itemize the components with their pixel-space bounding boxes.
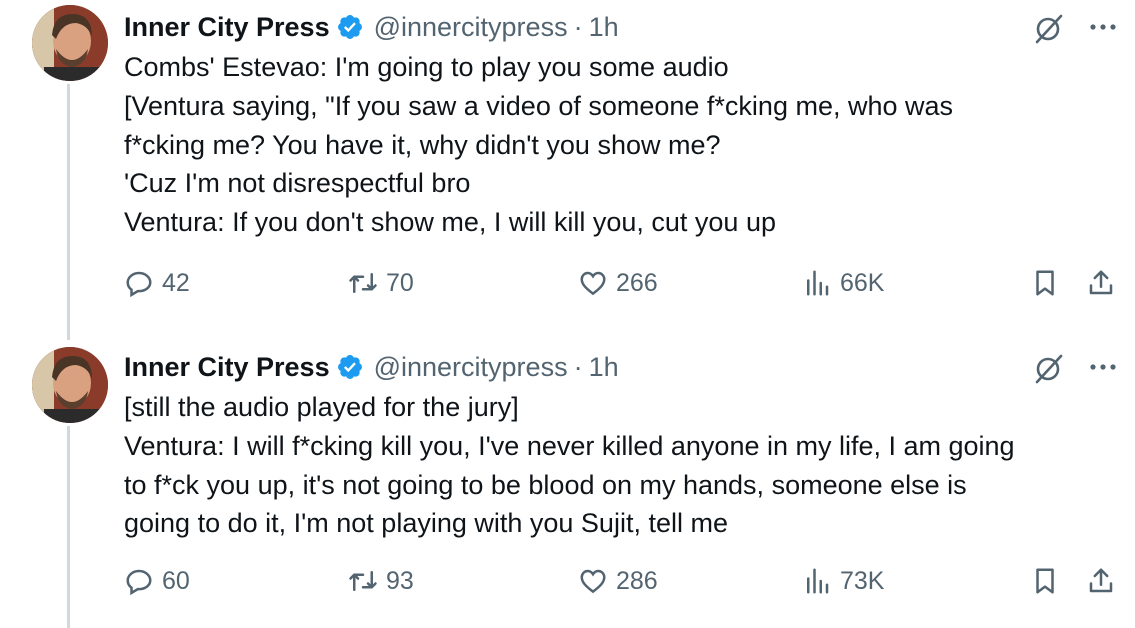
like-button[interactable]: 266 bbox=[578, 268, 658, 298]
views-button[interactable]: 73K bbox=[802, 566, 884, 596]
separator: · bbox=[573, 351, 583, 382]
like-button[interactable]: 286 bbox=[578, 566, 658, 596]
tweet-text: Combs' Estevao: I'm going to play you so… bbox=[124, 48, 1114, 242]
reply-icon bbox=[126, 271, 152, 298]
repost-icon bbox=[349, 571, 377, 591]
action-bar: 60 93 286 73K bbox=[0, 566, 1135, 602]
reply-count: 42 bbox=[162, 268, 190, 297]
reply-icon bbox=[126, 569, 152, 596]
grok-icon[interactable] bbox=[1032, 352, 1066, 384]
action-bar: 42 70 266 66K bbox=[0, 268, 1135, 304]
tweet-line: f*cking me? You have it, why didn't you … bbox=[124, 129, 721, 160]
reply-button[interactable]: 60 bbox=[124, 566, 190, 596]
tweet-line: to f*ck you up, it's not going to be blo… bbox=[124, 469, 967, 500]
verified-badge-icon bbox=[337, 355, 362, 379]
repost-button[interactable]: 70 bbox=[348, 268, 414, 298]
tweet-text: [still the audio played for the jury] Ve… bbox=[124, 388, 1114, 543]
like-icon bbox=[580, 271, 606, 296]
views-count: 73K bbox=[840, 566, 885, 595]
avatar[interactable] bbox=[32, 347, 108, 423]
author-name[interactable]: Inner City Press bbox=[124, 352, 330, 383]
tweet[interactable]: Inner City Press @innercitypress · 1h [s… bbox=[0, 340, 1135, 628]
share-button[interactable] bbox=[1086, 268, 1116, 298]
tweet-header: Inner City Press @innercitypress · 1h bbox=[124, 10, 619, 44]
tweet-line: going to do it, I'm not playing with you… bbox=[124, 508, 728, 539]
tweet-line: [still the audio played for the jury] bbox=[124, 392, 519, 422]
repost-icon bbox=[349, 273, 377, 293]
bookmark-icon bbox=[1036, 270, 1054, 296]
verified-badge-icon bbox=[337, 15, 362, 39]
tweet-line: 'Cuz I'm not disrespectful bro bbox=[124, 168, 471, 199]
more-icon[interactable] bbox=[1086, 354, 1120, 380]
like-count: 286 bbox=[616, 566, 658, 595]
reply-count: 60 bbox=[162, 566, 190, 595]
author-handle[interactable]: @innercitypress bbox=[374, 12, 568, 43]
like-icon bbox=[580, 569, 606, 594]
bookmark-button[interactable] bbox=[1030, 566, 1060, 596]
tweet-line: Ventura: I will f*cking kill you, I've n… bbox=[124, 430, 1015, 461]
author-handle[interactable]: @innercitypress bbox=[374, 352, 568, 383]
tweet-line: Combs' Estevao: I'm going to play you so… bbox=[124, 52, 729, 82]
separator: · bbox=[573, 11, 583, 42]
grok-icon[interactable] bbox=[1032, 12, 1066, 44]
views-icon bbox=[807, 568, 829, 594]
tweet-line: [Ventura saying, "If you saw a video of … bbox=[124, 90, 954, 121]
avatar[interactable] bbox=[32, 5, 108, 81]
bookmark-icon bbox=[1036, 568, 1054, 594]
reply-button[interactable]: 42 bbox=[124, 268, 190, 298]
views-icon bbox=[807, 270, 829, 296]
tweet-header: Inner City Press @innercitypress · 1h bbox=[124, 350, 619, 384]
share-icon bbox=[1089, 568, 1113, 593]
repost-count: 70 bbox=[386, 268, 414, 297]
share-button[interactable] bbox=[1086, 566, 1116, 596]
repost-count: 93 bbox=[386, 566, 414, 595]
repost-button[interactable]: 93 bbox=[348, 566, 414, 596]
views-button[interactable]: 66K bbox=[802, 268, 884, 298]
bookmark-button[interactable] bbox=[1030, 268, 1060, 298]
views-count: 66K bbox=[840, 268, 885, 297]
more-icon[interactable] bbox=[1086, 14, 1120, 40]
timestamp[interactable]: 1h bbox=[589, 352, 619, 383]
tweet[interactable]: Inner City Press @innercitypress · 1h Co… bbox=[0, 0, 1135, 340]
tweet-line: Ventura: If you don't show me, I will ki… bbox=[124, 207, 776, 238]
timestamp[interactable]: 1h bbox=[589, 12, 619, 43]
share-icon bbox=[1089, 270, 1113, 295]
like-count: 266 bbox=[616, 268, 658, 297]
author-name[interactable]: Inner City Press bbox=[124, 12, 330, 43]
